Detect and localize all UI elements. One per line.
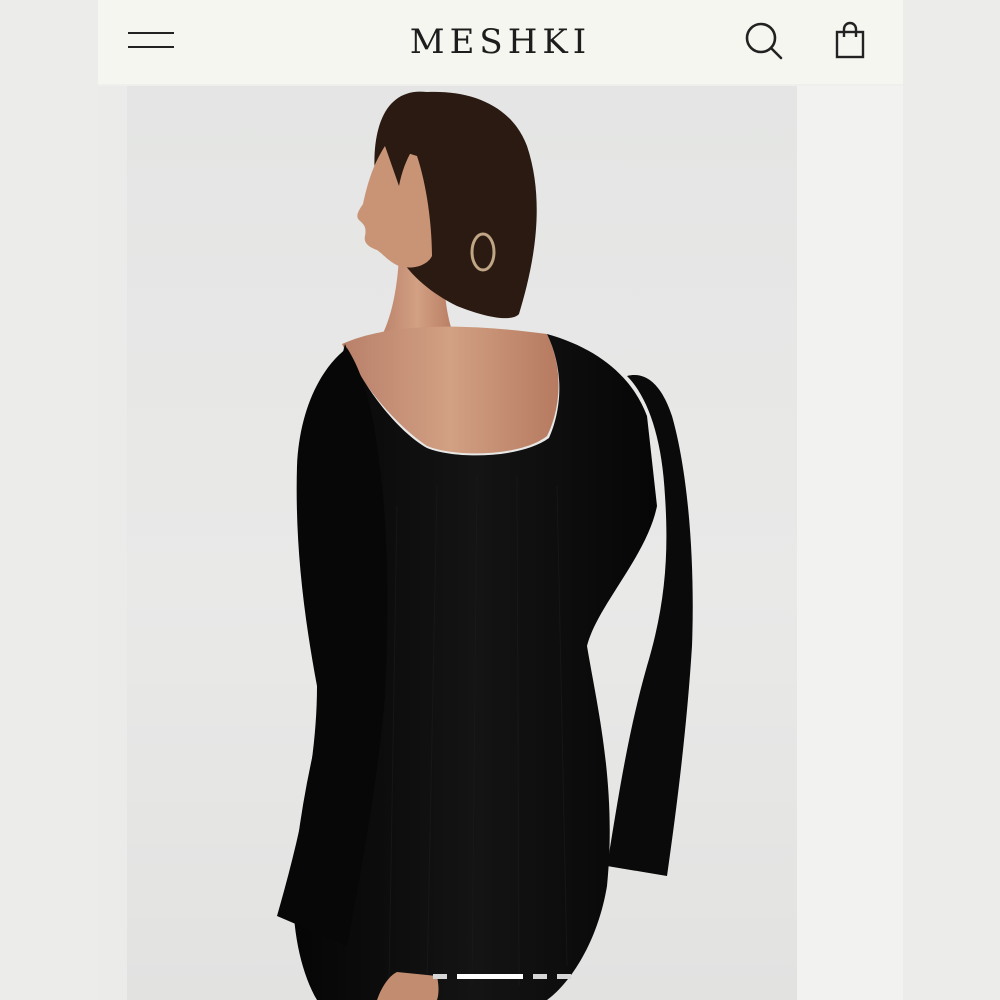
gallery-pagination: [433, 972, 571, 980]
search-icon: [745, 22, 783, 60]
site-header: MESHKI: [98, 0, 903, 84]
pagination-dot-active[interactable]: [457, 973, 523, 979]
product-image: [277, 91, 693, 1000]
previous-slide-peek[interactable]: [98, 86, 127, 1000]
pagination-dot[interactable]: [533, 973, 547, 979]
menu-button[interactable]: [128, 28, 174, 54]
search-button[interactable]: [744, 20, 784, 60]
pagination-dot[interactable]: [557, 973, 571, 979]
shopping-bag-icon: [835, 21, 865, 59]
pagination-dot[interactable]: [433, 973, 447, 979]
brand-logo[interactable]: MESHKI: [410, 22, 591, 62]
page-frame: MESHKI: [98, 0, 903, 1000]
next-slide-peek[interactable]: [797, 86, 903, 1000]
cart-button[interactable]: [832, 20, 868, 60]
product-image-gallery[interactable]: [127, 86, 797, 1000]
